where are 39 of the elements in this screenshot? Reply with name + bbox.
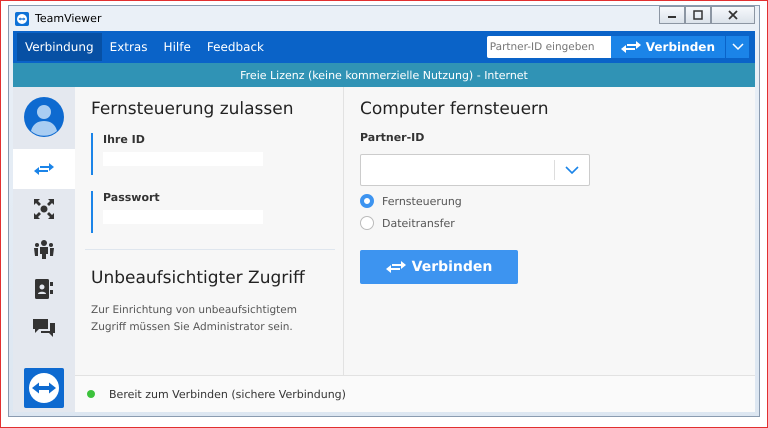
- field-label: Ihre ID: [103, 133, 146, 146]
- section-title: Unbeaufsichtigter Zugriff: [91, 268, 306, 288]
- field-label: Partner-ID: [360, 131, 426, 144]
- section-title: Computer fernsteuern: [360, 99, 550, 119]
- menu-item[interactable]: Feedback: [198, 33, 272, 61]
- connect-button[interactable]: Verbinden: [610, 36, 725, 58]
- maximize-button[interactable]: [685, 6, 711, 24]
- minimize-button[interactable]: [659, 6, 685, 24]
- radio-label: Fernsteuerung: [382, 194, 462, 208]
- dropdown-button[interactable]: [725, 36, 749, 58]
- arrows-icon: [386, 261, 406, 273]
- arrows-icon: [34, 163, 54, 175]
- arrows-icon: [620, 41, 641, 53]
- people-icon: [33, 239, 55, 259]
- connect-button[interactable]: Verbinden: [360, 250, 518, 284]
- partner-id-field[interactable]: Partner-ID eingeben: [486, 36, 611, 58]
- chevron-down-icon: [732, 43, 744, 51]
- window-title: TeamViewer: [35, 12, 102, 25]
- chat-icon: [33, 319, 55, 339]
- expand-icon: [34, 199, 54, 219]
- status-text: Bereit zum Verbinden (sichere Verbindung): [109, 388, 346, 400]
- menu-item[interactable]: Verbindung: [17, 33, 102, 61]
- info-text: Zur Einrichtung von unbeaufsichtigtem Zugriff müssen Sie Administrator sein.: [91, 303, 298, 335]
- chevron-down-icon: [565, 166, 579, 174]
- field-label: Passwort: [103, 191, 161, 204]
- menu-item[interactable]: Hilfe: [156, 33, 199, 61]
- app-logo-icon: [24, 368, 64, 408]
- app-logo-icon: [15, 12, 29, 26]
- license-text: Freie Lizenz (keine kommerzielle Nutzung) - Internet: [240, 68, 528, 82]
- radio-label: Dateitransfer: [382, 216, 455, 230]
- radio-button[interactable]: [360, 216, 374, 230]
- contact-card-icon: [35, 279, 53, 299]
- avatar-icon: [24, 97, 64, 137]
- section-title: Fernsteuerung zulassen: [91, 99, 295, 119]
- maximize-icon: [693, 10, 703, 20]
- menu-item[interactable]: Extras: [102, 33, 156, 61]
- radio-button[interactable]: [360, 194, 374, 208]
- close-button[interactable]: [711, 6, 755, 24]
- close-icon: [728, 10, 738, 20]
